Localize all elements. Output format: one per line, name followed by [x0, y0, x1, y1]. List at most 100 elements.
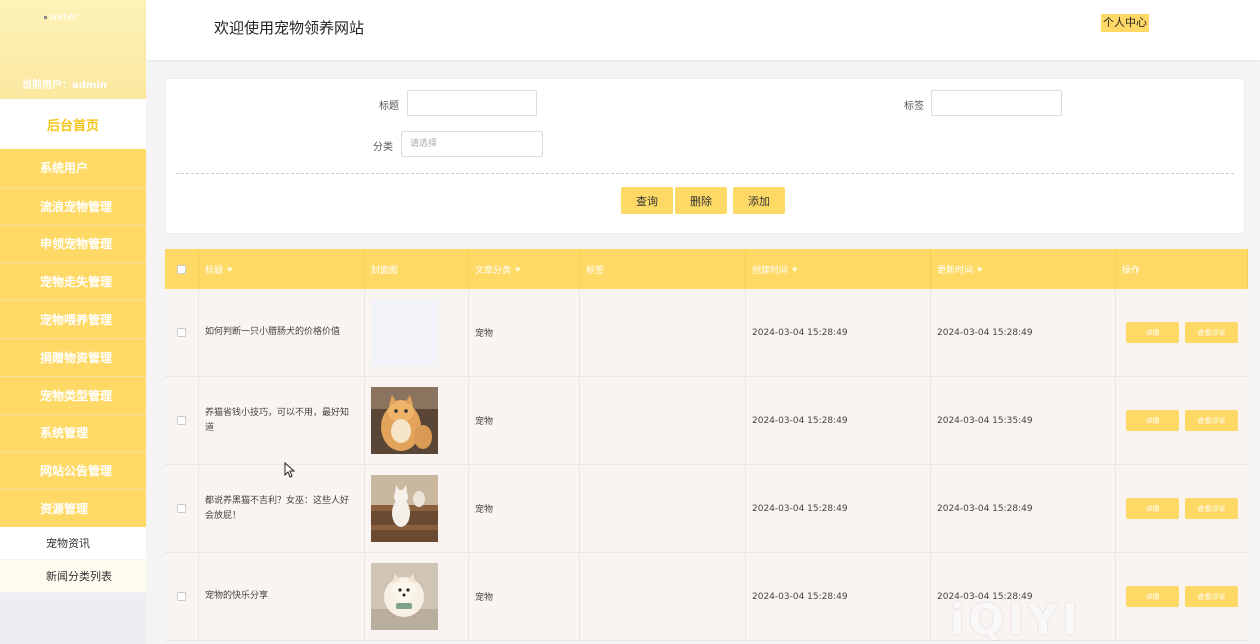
cell-tag	[580, 289, 746, 376]
sidebar-item-announcements[interactable]: 网站公告管理	[0, 451, 146, 490]
tag-label: 标签	[904, 101, 924, 112]
view-reviews-button[interactable]: 查看评论	[1185, 322, 1238, 343]
logo: water	[44, 12, 78, 23]
tag-input[interactable]	[931, 90, 1062, 116]
row-checkbox[interactable]	[177, 328, 186, 337]
sidebar: water 当前用户：admin 后台首页 系统用户 流浪宠物管理 申领宠物管理…	[0, 0, 146, 644]
sidebar-item-home[interactable]: 后台首页	[0, 99, 146, 149]
sidebar-item-stray-pets[interactable]: 流浪宠物管理	[0, 186, 146, 225]
sidebar-item-resources[interactable]: 资源管理	[0, 489, 146, 527]
pomeranian-image	[371, 563, 438, 630]
header-tag-text: 标签	[586, 265, 605, 276]
table-row: 都说养黑猫不吉利？女巫：这些人好会放屁！ 宠物 2024-03-04 15:28…	[165, 465, 1248, 553]
cell-category: 宠物	[469, 289, 580, 376]
title-input[interactable]	[407, 90, 537, 116]
cell-category: 宠物	[469, 553, 580, 640]
table-row: 养猫省钱小技巧，可以不用，最好知道 宠物 2024-03-04 15:28:49…	[165, 377, 1248, 465]
cell-category: 宠物	[469, 465, 580, 552]
view-reviews-button[interactable]: 查看评论	[1185, 586, 1238, 607]
row-checkbox[interactable]	[177, 416, 186, 425]
sort-icon: ◆	[977, 265, 983, 273]
header-created-text: 创建时间	[752, 265, 789, 276]
category-select[interactable]: 请选择	[401, 131, 543, 157]
cell-tag	[580, 553, 746, 640]
sort-icon: ◆	[515, 265, 521, 273]
sidebar-item-pet-types[interactable]: 宠物类型管理	[0, 375, 146, 414]
header-category-text: 文章分类	[475, 265, 512, 276]
cell-updated: 2024-03-04 15:28:49	[931, 289, 1116, 376]
add-button[interactable]: 添加	[733, 187, 785, 214]
header-actions-text: 操作	[1122, 265, 1141, 276]
category-label: 分类	[373, 142, 393, 153]
row-select	[165, 377, 199, 464]
cat-on-stairs-image	[371, 475, 438, 542]
detail-button[interactable]: 详情	[1126, 498, 1179, 519]
search-panel: 标题 标签 分类 请选择 查询 删除 添加	[165, 78, 1245, 234]
orange-cat-image	[371, 387, 438, 454]
cell-title: 宠物的快乐分享	[199, 553, 365, 640]
sidebar-header: water 当前用户：admin	[0, 0, 146, 99]
current-user: 当前用户：admin	[22, 80, 107, 91]
sidebar-item-lost-pets[interactable]: 宠物走失管理	[0, 262, 146, 301]
header-updated[interactable]: 更新时间 ◆	[931, 249, 1116, 289]
sidebar-subitem-pet-news[interactable]: 宠物资讯	[0, 526, 146, 560]
sidebar-subitem-news-categories[interactable]: 新闻分类列表	[0, 559, 146, 593]
select-all-checkbox[interactable]	[177, 264, 186, 274]
header-actions: 操作	[1116, 249, 1248, 289]
cover-image	[371, 299, 438, 366]
cell-updated: 2024-03-04 15:28:49	[931, 465, 1116, 552]
divider	[176, 173, 1234, 174]
title-text: 养猫省钱小技巧，可以不用，最好知道	[205, 407, 350, 433]
cell-tag	[580, 465, 746, 552]
cell-created: 2024-03-04 15:28:49	[746, 465, 931, 552]
table-header: 标题 ◆ 封面图 文章分类 ◆ 标签 创建时间 ◆ 更新时间 ◆ 操作	[165, 249, 1248, 289]
header-title-text: 标题	[205, 265, 224, 276]
sidebar-item-system-users[interactable]: 系统用户	[0, 149, 146, 187]
table-row: 如何判断一只小腊肠犬的价格价值 宠物 2024-03-04 15:28:49 2…	[165, 289, 1248, 377]
sidebar-item-adoption-requests[interactable]: 申领宠物管理	[0, 224, 146, 263]
cell-cover	[365, 377, 469, 464]
title-text: 宠物的快乐分享	[205, 591, 269, 601]
header-cover: 封面图	[365, 249, 469, 289]
cell-actions: 详情 查看评论	[1116, 465, 1248, 552]
header-category[interactable]: 文章分类 ◆	[469, 249, 580, 289]
cell-title: 养猫省钱小技巧，可以不用，最好知道	[199, 377, 365, 464]
sidebar-item-pet-feeding[interactable]: 宠物喂养管理	[0, 300, 146, 338]
detail-button[interactable]: 详情	[1126, 410, 1179, 431]
row-checkbox[interactable]	[177, 504, 186, 513]
sidebar-item-donations[interactable]: 捐赠物资管理	[0, 337, 146, 376]
view-reviews-button[interactable]: 查看评论	[1185, 410, 1238, 431]
header-created[interactable]: 创建时间 ◆	[746, 249, 931, 289]
cell-created: 2024-03-04 15:28:49	[746, 553, 931, 640]
sort-icon: ◆	[227, 265, 233, 273]
header-cover-text: 封面图	[371, 265, 399, 276]
header-select-all	[165, 249, 199, 289]
cell-cover	[365, 289, 469, 376]
header-title[interactable]: 标题 ◆	[199, 249, 365, 289]
logo-text: water	[49, 12, 78, 23]
row-checkbox[interactable]	[177, 592, 186, 601]
query-button[interactable]: 查询	[621, 187, 673, 214]
cell-updated: 2024-03-04 15:35:49	[931, 377, 1116, 464]
delete-button[interactable]: 删除	[675, 187, 727, 214]
cover-image	[371, 475, 438, 542]
header-tag: 标签	[580, 249, 746, 289]
cell-created: 2024-03-04 15:28:49	[746, 377, 931, 464]
cell-cover	[365, 553, 469, 640]
detail-button[interactable]: 详情	[1126, 586, 1179, 607]
cell-created: 2024-03-04 15:28:49	[746, 289, 931, 376]
broken-image-icon	[44, 15, 47, 19]
watermark: iQIYI	[950, 595, 1082, 644]
personal-center-button[interactable]: 个人中心	[1101, 14, 1149, 32]
view-reviews-button[interactable]: 查看评论	[1185, 498, 1238, 519]
header-updated-text: 更新时间	[937, 265, 974, 276]
detail-button[interactable]: 详情	[1126, 322, 1179, 343]
cover-image	[371, 563, 438, 630]
cell-title: 都说养黑猫不吉利？女巫：这些人好会放屁！	[199, 465, 365, 552]
cell-tag	[580, 377, 746, 464]
sidebar-item-system[interactable]: 系统管理	[0, 413, 146, 452]
cover-image	[371, 387, 438, 454]
top-header: 欢迎使用宠物领养网站 个人中心	[146, 0, 1260, 60]
cell-actions: 详情 查看评论	[1116, 553, 1248, 640]
cell-actions: 详情 查看评论	[1116, 289, 1248, 376]
